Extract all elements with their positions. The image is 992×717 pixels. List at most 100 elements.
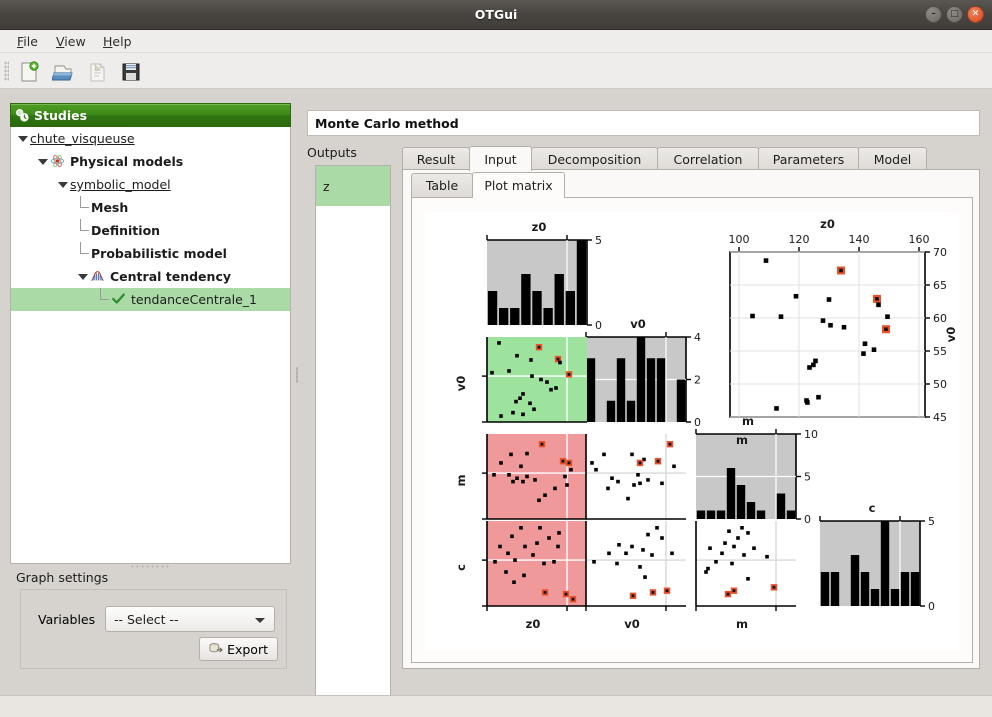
svg-text:0: 0 [804, 513, 811, 526]
chevron-down-icon [255, 618, 265, 623]
svg-text:z0: z0 [532, 220, 547, 234]
menu-bar: File View Help [0, 30, 992, 53]
tree-item-label: symbolic_model [70, 177, 171, 192]
studies-tree[interactable]: chute_visqueuse Physical models symbolic… [10, 127, 291, 564]
tab-model[interactable]: Model [858, 147, 927, 170]
svg-text:0: 0 [694, 416, 701, 429]
svg-text:120: 120 [789, 233, 810, 246]
tab-result[interactable]: Result [402, 147, 470, 170]
svg-text:v0: v0 [944, 327, 958, 343]
tab-input[interactable]: Input [469, 146, 532, 171]
svg-text:100: 100 [729, 233, 750, 246]
tree-item-central-tendency[interactable]: Central tendency [11, 265, 290, 288]
tree-item-symbolic-model[interactable]: symbolic_model [11, 173, 290, 196]
svg-text:v0: v0 [630, 317, 646, 331]
tab-correlation[interactable]: Correlation [657, 147, 759, 170]
svg-text:z0: z0 [526, 617, 541, 631]
menu-view[interactable]: View [47, 30, 95, 53]
window-controls: – □ ✕ [925, 6, 984, 23]
plot-matrix-canvas[interactable]: 05z0024v00510m05cv0mcz0v0m10012014016045… [425, 212, 959, 650]
export-button-label: Export [227, 642, 268, 657]
save-icon[interactable] [116, 59, 146, 85]
input-tab-panel: Table Plot matrix 0 5 z0 0 2 4 v0 0 5 10 m 0 5 c v0 m c z… [402, 169, 980, 669]
svg-text:60: 60 [933, 312, 947, 325]
svg-text:0: 0 [928, 600, 935, 613]
studies-header-label: Studies [34, 108, 87, 123]
svg-text:v0: v0 [454, 376, 468, 392]
svg-text:10: 10 [804, 428, 818, 441]
svg-text:m: m [736, 433, 748, 447]
svg-text:5: 5 [804, 471, 811, 484]
tree-branch-line [75, 219, 91, 242]
pane-resize-handle[interactable] [130, 564, 170, 569]
tree-branch-line [75, 242, 91, 265]
tree-item-definition[interactable]: Definition [11, 219, 290, 242]
export-button[interactable]: Export [199, 637, 278, 661]
svg-text:140: 140 [849, 233, 870, 246]
status-bar [0, 695, 992, 717]
tree-item-label: chute_visqueuse [30, 131, 135, 146]
tree-item-label: Definition [91, 223, 160, 238]
svg-text:45: 45 [933, 411, 947, 424]
right-pane: Monte Carlo method Outputs z Result Inpu… [302, 95, 988, 673]
menu-file[interactable]: File [8, 30, 47, 53]
otgui-window: OTGui – □ ✕ File View Help [0, 0, 992, 717]
check-icon [111, 292, 127, 307]
outputs-list-item-label: z [323, 179, 330, 194]
svg-text:4: 4 [694, 331, 701, 344]
tree-item-label: Physical models [70, 154, 183, 169]
main-tab-strip: Result Input Decomposition Correlation P… [402, 147, 980, 170]
window-title: OTGui [0, 0, 992, 30]
chevron-down-icon[interactable] [57, 179, 68, 190]
tree-branch-line [75, 196, 91, 219]
svg-text:v0: v0 [624, 617, 640, 631]
svg-text:50: 50 [933, 378, 947, 391]
tree-item-mesh[interactable]: Mesh [11, 196, 290, 219]
variables-select-value: -- Select -- [114, 612, 179, 627]
tree-branch-line [95, 288, 111, 311]
open-study-icon[interactable] [48, 59, 78, 85]
tree-item-label: Central tendency [110, 269, 231, 284]
minimize-button[interactable]: – [925, 6, 942, 23]
tree-item-label: Probabilistic model [91, 246, 227, 261]
svg-text:5: 5 [928, 515, 935, 528]
chevron-down-icon[interactable] [77, 271, 88, 282]
subtab-table[interactable]: Table [411, 173, 473, 197]
tree-item-chute-visqueuse[interactable]: chute_visqueuse [11, 127, 290, 150]
svg-text:c: c [454, 564, 468, 571]
studies-icon [15, 108, 30, 123]
import-script-icon[interactable] [82, 59, 112, 85]
tab-decomposition[interactable]: Decomposition [531, 147, 658, 170]
tree-item-probabilistic-model[interactable]: Probabilistic model [11, 242, 290, 265]
distribution-icon [90, 269, 106, 284]
svg-text:c: c [869, 501, 876, 515]
maximize-button[interactable]: □ [946, 6, 963, 23]
svg-text:z0: z0 [820, 217, 835, 231]
svg-text:5: 5 [595, 234, 602, 247]
svg-text:2: 2 [694, 374, 701, 387]
svg-text:55: 55 [933, 345, 947, 358]
atom-icon [50, 154, 66, 169]
close-button[interactable]: ✕ [967, 6, 984, 23]
svg-text:m: m [736, 617, 748, 631]
chevron-down-icon[interactable] [17, 133, 28, 144]
horizontal-splitter[interactable] [294, 355, 300, 395]
toolbar-grip[interactable] [4, 61, 9, 81]
variables-select[interactable]: -- Select -- [105, 606, 275, 632]
tree-item-tendancecentrale-1[interactable]: tendanceCentrale_1 [11, 288, 290, 311]
menu-help[interactable]: Help [94, 30, 141, 53]
outputs-label: Outputs [307, 145, 357, 160]
variables-label: Variables [38, 612, 95, 627]
outputs-list-item-z[interactable]: z [316, 166, 390, 206]
outputs-list[interactable]: z [315, 165, 391, 717]
left-pane: Studies chute_visqueuse Physical models [6, 95, 294, 673]
tab-parameters[interactable]: Parameters [758, 147, 859, 170]
svg-text:0: 0 [595, 319, 602, 332]
new-study-icon[interactable] [14, 59, 44, 85]
chevron-down-icon[interactable] [37, 156, 48, 167]
method-title: Monte Carlo method [307, 110, 980, 136]
svg-text:65: 65 [933, 279, 947, 292]
tree-item-label: Mesh [91, 200, 128, 215]
subtab-plot-matrix[interactable]: Plot matrix [472, 172, 565, 198]
tree-item-physical-models[interactable]: Physical models [11, 150, 290, 173]
